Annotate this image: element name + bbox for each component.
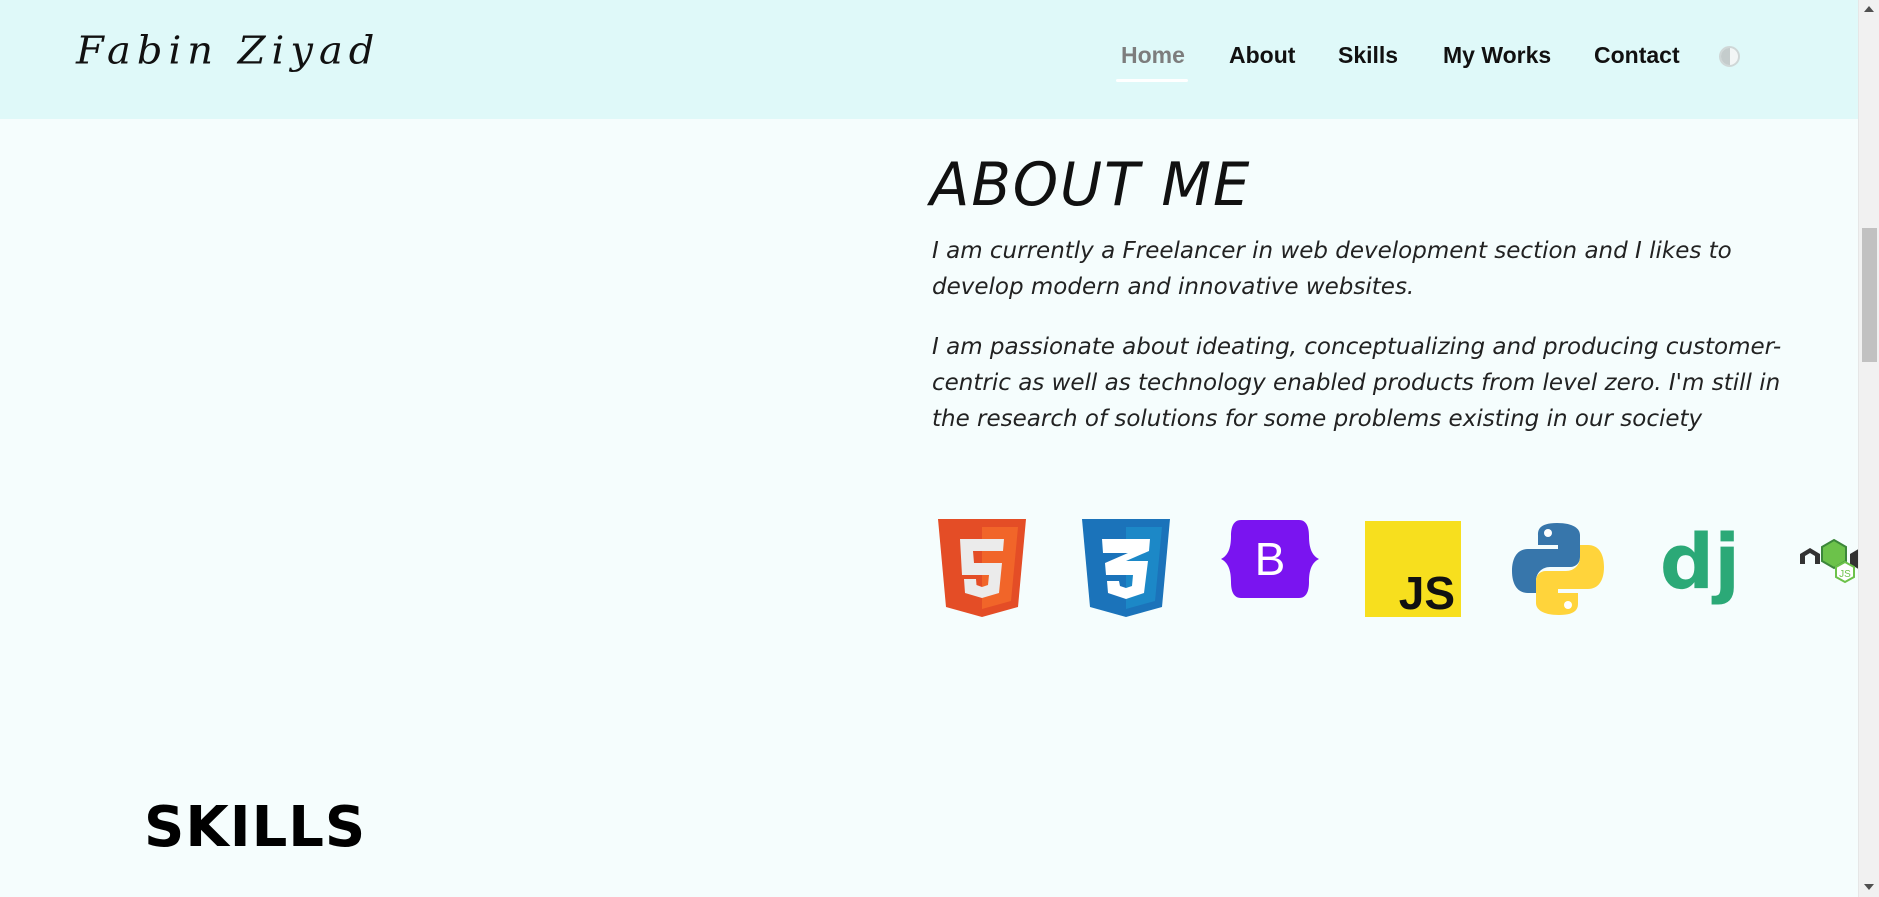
nav-home[interactable]: Home	[1121, 42, 1185, 69]
vertical-scrollbar[interactable]	[1858, 0, 1879, 897]
scroll-down-arrow-icon[interactable]	[1864, 884, 1874, 890]
about-paragraph-1: I am currently a Freelancer in web devel…	[932, 238, 1732, 300]
python-icon	[1510, 521, 1606, 622]
site-logo[interactable]: Fabin Ziyad	[76, 29, 380, 73]
bootstrap-icon-label: B	[1255, 533, 1286, 585]
javascript-icon: JS	[1365, 521, 1461, 622]
nav-skills[interactable]: Skills	[1338, 42, 1398, 69]
nodejs-icon: JS	[1798, 534, 1858, 584]
nodejs-icon-label: JS	[1839, 569, 1851, 580]
javascript-icon-label: JS	[1399, 567, 1455, 617]
django-icon: dj	[1660, 517, 1740, 619]
about-paragraph-2: I am passionate about ideating, conceptu…	[932, 334, 1782, 432]
site-header: Fabin Ziyad Home About Skills My Works C…	[0, 0, 1858, 119]
contrast-icon[interactable]	[1719, 46, 1740, 67]
scroll-up-arrow-icon[interactable]	[1864, 6, 1874, 12]
skills-title: SKILLS	[144, 795, 367, 860]
bootstrap-icon: B	[1221, 520, 1319, 603]
nav-active-indicator	[1116, 79, 1188, 82]
css3-icon	[1082, 519, 1170, 622]
about-title: ABOUT ME	[930, 150, 1252, 220]
page: Fabin Ziyad Home About Skills My Works C…	[0, 0, 1858, 897]
scrollbar-thumb[interactable]	[1862, 228, 1877, 362]
django-icon-label: dj	[1660, 524, 1740, 606]
html5-icon	[938, 519, 1026, 622]
nav-about[interactable]: About	[1229, 42, 1295, 69]
nav-my-works[interactable]: My Works	[1443, 42, 1551, 69]
nav-contact[interactable]: Contact	[1594, 42, 1680, 69]
